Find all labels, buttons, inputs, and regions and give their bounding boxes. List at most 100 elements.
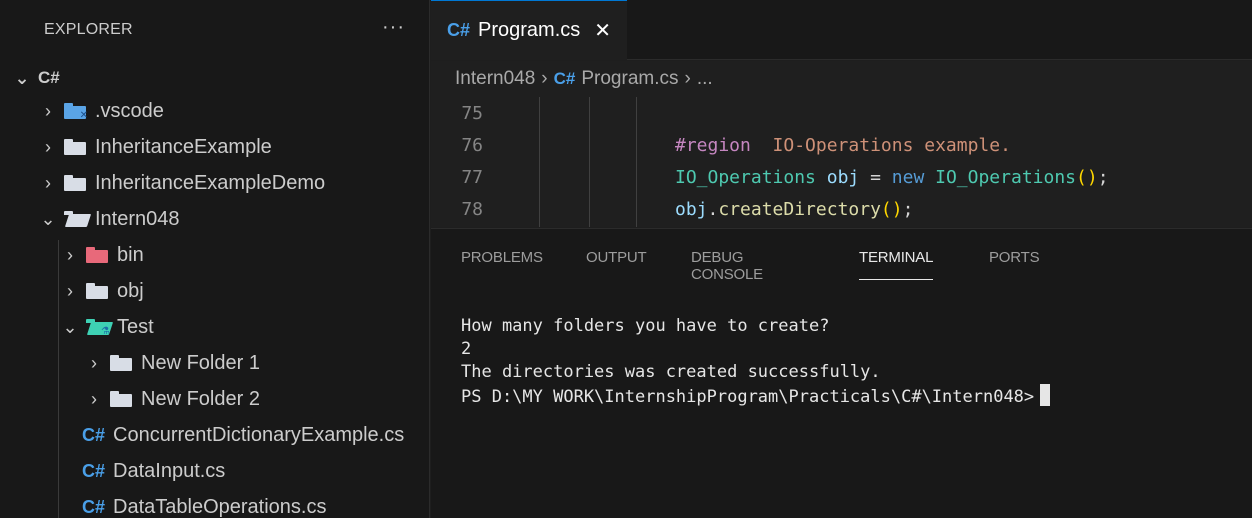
tab-terminal[interactable]: TERMINAL <box>859 249 934 280</box>
tree-item-label: Intern048 <box>95 207 180 230</box>
test-folder-icon: ⚗ <box>86 319 114 337</box>
folder-icon <box>86 283 108 299</box>
tree-item-bin[interactable]: › bin <box>0 237 430 273</box>
csharp-file-icon: C# <box>82 424 106 445</box>
tree-item-label: obj <box>117 279 144 302</box>
code-line: 77 IO_Operations obj = new IO_Operations… <box>431 161 1252 193</box>
code-semicolon: ; <box>902 198 914 220</box>
tree-item-label: .vscode <box>95 99 164 122</box>
code-operator: = <box>859 166 892 188</box>
region-keyword: #region <box>675 134 751 156</box>
csharp-file-icon: C# <box>82 460 106 481</box>
folder-icon <box>64 139 86 155</box>
code-semicolon: ; <box>1097 166 1109 188</box>
code-keyword: new <box>891 166 925 188</box>
csharp-file-icon: C# <box>553 69 576 88</box>
bin-folder-icon <box>86 247 108 263</box>
terminal-cursor <box>1040 384 1051 406</box>
chevron-down-icon: ⌄ <box>14 67 30 88</box>
code-text: IO_Operations obj = new IO_Operations(); <box>675 167 1109 188</box>
breadcrumb-separator-icon: › <box>541 68 548 89</box>
code-variable: obj <box>826 166 860 188</box>
breadcrumb-file[interactable]: Program.cs <box>581 68 678 90</box>
code-text: #region IO-Operations example. <box>675 135 1011 156</box>
tree-item-label: InheritanceExample <box>95 135 272 158</box>
chevron-down-icon: ⌄ <box>40 208 56 229</box>
chevron-right-icon: › <box>45 172 51 193</box>
tab-debug-console[interactable]: DEBUG CONSOLE <box>691 249 763 283</box>
tree-item-intern048[interactable]: ⌄ Intern048 <box>0 201 430 237</box>
folder-icon <box>110 355 132 371</box>
tab-program-cs[interactable]: C# Program.cs ✕ <box>431 0 627 60</box>
tree-item-label: InheritanceExampleDemo <box>95 171 326 194</box>
code-parens: () <box>880 198 903 220</box>
line-number: 76 <box>461 134 483 156</box>
tree-item-inheritanceexample[interactable]: › InheritanceExample <box>0 129 430 165</box>
tree-item-obj[interactable]: › obj <box>0 273 430 309</box>
tree-root-csharp[interactable]: ⌄ C# <box>0 60 430 96</box>
chevron-right-icon: › <box>45 136 51 157</box>
folder-icon <box>110 391 132 407</box>
line-number: 77 <box>461 166 483 188</box>
open-folder-icon <box>64 211 92 227</box>
tab-ports[interactable]: PORTS <box>989 249 1040 266</box>
tree-item-concurrentdictionaryexample[interactable]: C# ConcurrentDictionaryExample.cs <box>0 417 430 453</box>
tree-item-vscode[interactable]: › ✕ .vscode <box>0 93 430 129</box>
vscode-folder-icon: ✕ <box>64 103 88 121</box>
tree-item-label: DataTableOperations.cs <box>113 495 327 518</box>
terminal-prompt-line: PS D:\MY WORK\InternshipProgram\Practica… <box>461 384 1051 409</box>
tree-item-test[interactable]: ⌄ ⚗ Test <box>0 309 430 345</box>
terminal-line: The directories was created successfully… <box>461 362 881 382</box>
breadcrumb-symbols[interactable]: ... <box>697 68 713 90</box>
chevron-right-icon: › <box>91 352 97 373</box>
tab-output[interactable]: OUTPUT <box>586 249 647 266</box>
code-type: IO_Operations <box>675 166 816 188</box>
tab-problems[interactable]: PROBLEMS <box>461 249 543 266</box>
csharp-file-icon: C# <box>447 20 471 40</box>
breadcrumb: Intern048 › C# Program.cs › ... <box>431 61 1252 97</box>
explorer-title: EXPLORER <box>44 21 133 38</box>
code-line: 78 obj.createDirectory(); <box>431 193 1252 225</box>
tree-item-new-folder-2[interactable]: › New Folder 2 <box>0 381 430 417</box>
explorer-header: EXPLORER ··· <box>0 0 429 60</box>
tree-item-label: ConcurrentDictionaryExample.cs <box>113 423 405 446</box>
tree-item-label: New Folder 2 <box>141 387 260 410</box>
tree-item-label: Test <box>117 315 154 338</box>
tree-item-datainput[interactable]: C# DataInput.cs <box>0 453 430 489</box>
breadcrumb-folder[interactable]: Intern048 <box>455 68 535 90</box>
code-line: 75 <box>431 97 1252 129</box>
terminal-prompt: PS D:\MY WORK\InternshipProgram\Practica… <box>461 387 1035 407</box>
code-text: obj.createDirectory(); <box>675 199 913 220</box>
tree-item-inheritanceexampledemo[interactable]: › InheritanceExampleDemo <box>0 165 430 201</box>
tree-item-label: New Folder 1 <box>141 351 260 374</box>
chevron-right-icon: › <box>67 280 73 301</box>
code-line: 76 #region IO-Operations example. <box>431 129 1252 161</box>
terminal-output[interactable]: How many folders you have to create? 2 The… <box>461 315 1051 409</box>
code-variable: obj <box>675 198 708 220</box>
tree-root-label: C# <box>38 68 60 87</box>
bottom-panel: PROBLEMS OUTPUT DEBUG CONSOLE TERMINAL P… <box>431 228 1252 518</box>
editor-tab-bar: C# Program.cs ✕ <box>431 0 1252 60</box>
code-dot: . <box>707 198 719 220</box>
terminal-line: 2 <box>461 339 472 359</box>
code-type: IO_Operations <box>935 166 1077 188</box>
tree-item-datatableoperations[interactable]: C# DataTableOperations.cs <box>0 489 430 518</box>
line-number: 75 <box>461 102 483 124</box>
chevron-right-icon: › <box>45 100 51 121</box>
csharp-file-icon: C# <box>82 496 106 517</box>
tab-label: Program.cs <box>478 19 581 41</box>
tree-item-new-folder-1[interactable]: › New Folder 1 <box>0 345 430 381</box>
chevron-right-icon: › <box>67 244 73 265</box>
explorer-sidebar: EXPLORER ··· ⌄ C# › ✕ .vscode › Inherita… <box>0 0 430 518</box>
close-icon[interactable]: ✕ <box>594 18 611 43</box>
tree-item-label: bin <box>117 243 144 266</box>
line-number: 78 <box>461 198 483 220</box>
code-function: createDirectory <box>718 198 881 220</box>
tree-item-label: DataInput.cs <box>113 459 226 482</box>
code-parens: () <box>1076 166 1098 188</box>
more-actions-icon[interactable]: ··· <box>382 16 405 39</box>
region-name: IO-Operations example. <box>750 134 1011 156</box>
code-editor[interactable]: 75 76 #region IO-Operations example. 77 … <box>431 97 1252 227</box>
chevron-down-icon: ⌄ <box>62 316 78 337</box>
breadcrumb-separator-icon: › <box>684 68 691 89</box>
